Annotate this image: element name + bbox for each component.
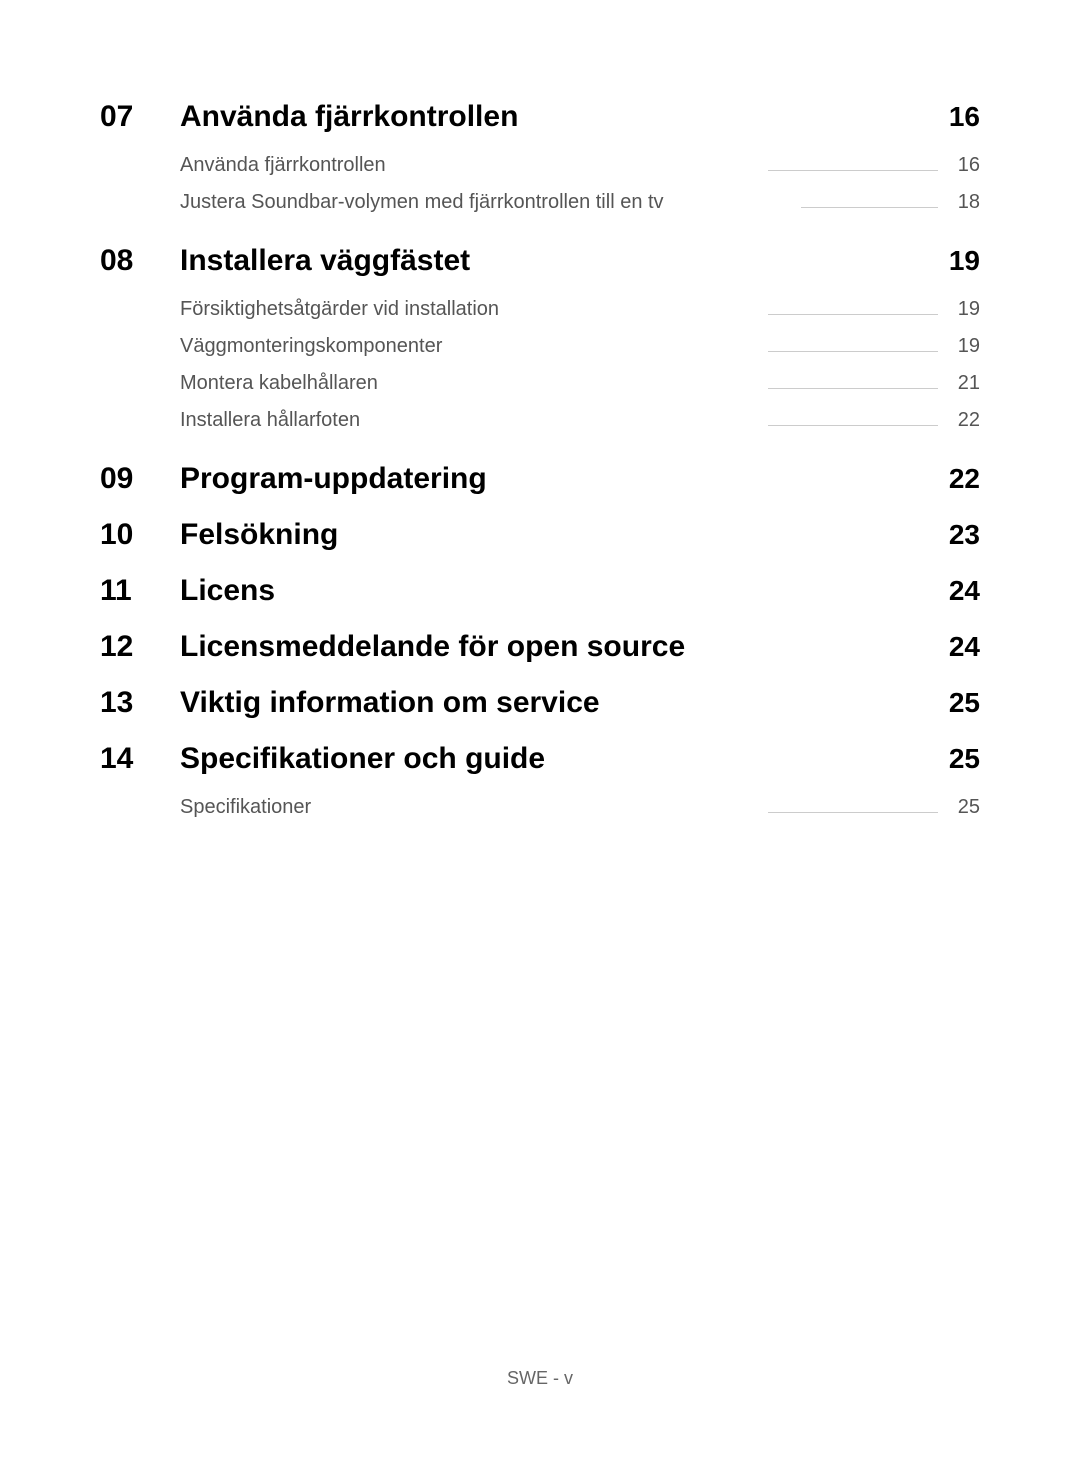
section-title: Felsökning (180, 518, 338, 552)
section-number: 10 (100, 518, 180, 552)
toc-section: 12 Licensmeddelande för open source 24 (100, 630, 980, 664)
toc-section: 07 Använda fjärrkontrollen 16 Använda fj… (100, 100, 980, 214)
toc-section-header[interactable]: 11 Licens 24 (100, 574, 980, 608)
leader-line (768, 425, 938, 426)
page-footer: SWE - v (0, 1368, 1080, 1389)
toc-sub-entry[interactable]: Specifikationer 25 (100, 796, 980, 819)
sub-title: Väggmonteringskomponenter (180, 335, 442, 358)
section-title: Licens (180, 574, 275, 608)
sub-page: 21 (950, 372, 980, 395)
leader-line (768, 314, 938, 315)
toc-section: 11 Licens 24 (100, 574, 980, 608)
section-page: 19 (949, 245, 980, 277)
section-number: 13 (100, 686, 180, 720)
toc-content: 07 Använda fjärrkontrollen 16 Använda fj… (0, 0, 1080, 819)
section-page: 23 (949, 519, 980, 551)
section-title: Program-uppdatering (180, 462, 487, 496)
section-page: 25 (949, 743, 980, 775)
sub-title: Försiktighetsåtgärder vid installation (180, 298, 499, 321)
toc-section-header[interactable]: 14 Specifikationer och guide 25 (100, 742, 980, 776)
section-number: 07 (100, 100, 180, 134)
sub-title: Montera kabelhållaren (180, 372, 378, 395)
toc-section-header[interactable]: 07 Använda fjärrkontrollen 16 (100, 100, 980, 134)
toc-section: 08 Installera väggfästet 19 Försiktighet… (100, 244, 980, 432)
section-page: 25 (949, 687, 980, 719)
toc-sub-entry[interactable]: Använda fjärrkontrollen 16 (100, 154, 980, 177)
section-page: 16 (949, 101, 980, 133)
toc-section-header[interactable]: 12 Licensmeddelande för open source 24 (100, 630, 980, 664)
toc-sub-entry[interactable]: Försiktighetsåtgärder vid installation 1… (100, 298, 980, 321)
section-number: 11 (100, 574, 180, 608)
toc-sub-entry[interactable]: Installera hållarfoten 22 (100, 409, 980, 432)
toc-section-header[interactable]: 10 Felsökning 23 (100, 518, 980, 552)
section-number: 08 (100, 244, 180, 278)
toc-sub-entry[interactable]: Justera Soundbar-volymen med fjärrkontro… (100, 191, 980, 214)
sub-title: Justera Soundbar-volymen med fjärrkontro… (180, 191, 664, 214)
toc-section: 13 Viktig information om service 25 (100, 686, 980, 720)
section-number: 09 (100, 462, 180, 496)
section-title: Installera väggfästet (180, 244, 470, 278)
sub-page: 18 (950, 191, 980, 214)
section-number: 14 (100, 742, 180, 776)
section-title: Licensmeddelande för open source (180, 630, 685, 664)
leader-line (768, 351, 938, 352)
section-page: 22 (949, 463, 980, 495)
toc-section-header[interactable]: 13 Viktig information om service 25 (100, 686, 980, 720)
sub-title: Använda fjärrkontrollen (180, 154, 386, 177)
sub-page: 19 (950, 335, 980, 358)
sub-page: 25 (950, 796, 980, 819)
toc-section-header[interactable]: 09 Program-uppdatering 22 (100, 462, 980, 496)
sub-page: 22 (950, 409, 980, 432)
toc-section: 10 Felsökning 23 (100, 518, 980, 552)
sub-title: Installera hållarfoten (180, 409, 360, 432)
section-number: 12 (100, 630, 180, 664)
section-title: Använda fjärrkontrollen (180, 100, 518, 134)
leader-line (768, 388, 938, 389)
toc-section: 14 Specifikationer och guide 25 Specifik… (100, 742, 980, 819)
section-title: Specifikationer och guide (180, 742, 545, 776)
toc-sub-entry[interactable]: Montera kabelhållaren 21 (100, 372, 980, 395)
toc-section: 09 Program-uppdatering 22 (100, 462, 980, 496)
section-page: 24 (949, 575, 980, 607)
toc-section-header[interactable]: 08 Installera väggfästet 19 (100, 244, 980, 278)
leader-line (768, 170, 938, 171)
section-page: 24 (949, 631, 980, 663)
section-title: Viktig information om service (180, 686, 600, 720)
sub-title: Specifikationer (180, 796, 311, 819)
leader-line (801, 207, 938, 208)
leader-line (768, 812, 938, 813)
sub-page: 16 (950, 154, 980, 177)
toc-sub-entry[interactable]: Väggmonteringskomponenter 19 (100, 335, 980, 358)
sub-page: 19 (950, 298, 980, 321)
